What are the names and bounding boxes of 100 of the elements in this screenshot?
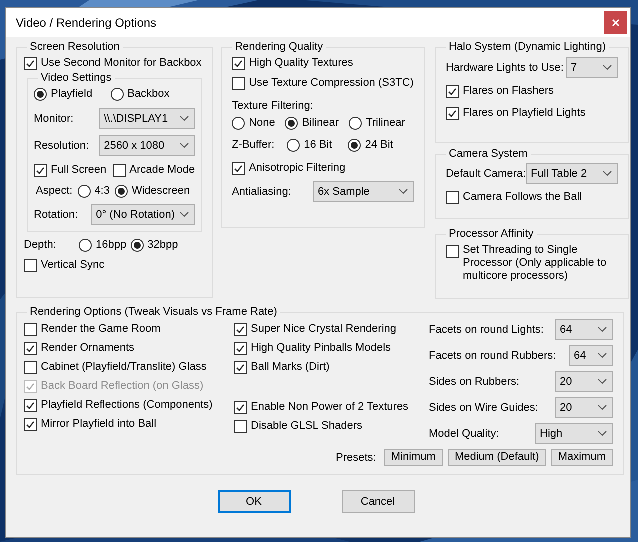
checkbox[interactable] <box>34 164 47 177</box>
group-title: Rendering Options (Tweak Visuals vs Frame Rate) <box>30 306 278 318</box>
checkbox[interactable] <box>446 191 459 204</box>
checkbox[interactable] <box>24 323 37 336</box>
dropdown[interactable]: High <box>535 423 613 444</box>
dropdown[interactable]: 6x Sample <box>312 181 414 202</box>
group-title: Camera System <box>448 148 528 160</box>
check-icon <box>26 344 35 352</box>
radio-label: Widescreen <box>132 184 190 198</box>
checkbox[interactable] <box>446 245 459 258</box>
radio-button[interactable] <box>110 88 124 100</box>
radio-button[interactable] <box>287 138 300 152</box>
checkbox[interactable] <box>234 342 247 355</box>
checkbox-label: Full Screen <box>51 163 107 177</box>
checkbox-label: High Quality Textures <box>249 56 354 70</box>
checkbox[interactable] <box>24 57 37 70</box>
check-icon <box>448 88 457 96</box>
checkbox[interactable] <box>234 361 247 374</box>
checkbox[interactable] <box>234 420 247 433</box>
hardware-lights-label: Hardware Lights to Use: <box>446 60 564 74</box>
checkbox[interactable] <box>446 107 459 120</box>
preset-button[interactable]: Maximum <box>551 449 613 466</box>
dropdown[interactable]: 20 <box>555 371 613 392</box>
window-title: Video / Rendering Options <box>16 16 157 30</box>
group-title: Video Settings <box>41 72 112 84</box>
check-icon <box>236 404 245 412</box>
checkbox[interactable] <box>112 164 126 177</box>
check-icon <box>36 166 45 174</box>
setting-label: Facets on round Rubbers: <box>429 348 556 362</box>
checkbox-label: Flares on Flashers <box>462 84 554 98</box>
dropdown[interactable]: 2560 x 1080 <box>99 135 196 156</box>
dropdown[interactable]: 20 <box>555 397 613 418</box>
chevron-down-icon <box>598 353 607 358</box>
radio-button[interactable] <box>348 138 362 152</box>
dropdown[interactable]: 64 <box>555 319 613 340</box>
checkbox-label: Mirror Playfield into Ball <box>41 417 157 431</box>
dialog-button[interactable]: Cancel <box>342 490 414 513</box>
setting-label: Sides on Rubbers: <box>429 374 520 388</box>
default-camera-label: Default Camera: <box>446 166 526 180</box>
checkbox-label: Enable Non Power of 2 Textures <box>251 400 409 414</box>
chevron-down-icon <box>598 405 607 410</box>
radio-label: 16 Bit <box>304 138 332 152</box>
group-title: Rendering Quality <box>235 41 324 53</box>
checkbox-label: Render Ornaments <box>41 341 135 355</box>
check-icon <box>26 60 35 68</box>
checkbox[interactable] <box>234 323 247 336</box>
checkbox-label: Anisotropic Filtering <box>249 161 346 175</box>
check-icon <box>236 344 245 352</box>
radio-label: Trilinear <box>366 116 406 130</box>
check-icon <box>26 382 35 390</box>
z-buffer-label: Z-Buffer: <box>232 139 275 151</box>
checkbox[interactable] <box>24 342 37 355</box>
radio-button[interactable] <box>78 184 91 198</box>
checkbox-label: Use Second Monitor for Backbox <box>41 56 202 70</box>
checkbox-label: Arcade Mode <box>130 163 196 177</box>
dropdown[interactable]: 7 <box>566 57 618 78</box>
close-button[interactable] <box>604 11 627 34</box>
checkbox[interactable] <box>24 418 37 431</box>
radio-button[interactable] <box>34 88 47 100</box>
checkbox-label: Super Nice Crystal Rendering <box>251 322 397 336</box>
checkbox[interactable] <box>232 57 246 70</box>
group-title: Screen Resolution <box>30 41 120 53</box>
radio-button[interactable] <box>232 116 246 130</box>
checkbox[interactable] <box>234 401 247 414</box>
dropdown[interactable]: Full Table 2 <box>526 163 618 184</box>
radio-label: None <box>249 116 276 130</box>
checkbox[interactable] <box>24 259 37 272</box>
dropdown[interactable]: 64 <box>569 345 613 366</box>
dropdown[interactable]: 0° (No Rotation) <box>91 204 196 225</box>
texture-filtering-label: Texture Filtering: <box>232 100 314 112</box>
radio-label: Bilinear <box>302 116 340 130</box>
radio-button[interactable] <box>349 116 362 130</box>
checkbox[interactable] <box>24 399 37 412</box>
checkbox[interactable] <box>232 77 246 90</box>
checkbox-label: Flares on Playfield Lights <box>462 106 586 120</box>
preset-button[interactable]: Minimum <box>384 449 443 466</box>
radio-button[interactable] <box>285 116 298 130</box>
radio-label: Playfield <box>51 87 93 101</box>
chevron-down-icon <box>598 379 607 384</box>
checkbox-label: High Quality Pinballs Models <box>251 341 392 355</box>
monitor-label: Monitor: <box>34 112 74 126</box>
radio-button[interactable] <box>114 184 128 198</box>
preset-button[interactable]: Medium (Default) <box>448 449 546 466</box>
checkbox-label: Playfield Reflections (Components) <box>41 398 213 412</box>
checkbox[interactable] <box>232 162 246 175</box>
dialog-button[interactable]: OK <box>218 490 290 513</box>
checkbox[interactable] <box>24 361 37 374</box>
group-title: Processor Affinity <box>448 228 534 240</box>
checkbox-label: Set Threading to Single Processor (Only applicable to multicore processors) <box>462 244 608 283</box>
aspect-label: Aspect: <box>36 184 73 198</box>
chevron-down-icon <box>180 212 190 217</box>
radio-label: Backbox <box>128 87 170 101</box>
checkbox[interactable] <box>446 85 459 98</box>
antialiasing-label: Antialiasing: <box>232 184 292 198</box>
check-icon <box>234 60 244 68</box>
dropdown[interactable]: \\.\DISPLAY1 <box>99 108 196 129</box>
chevron-down-icon <box>180 143 190 148</box>
checkbox-label: Camera Follows the Ball <box>462 190 582 204</box>
radio-button[interactable] <box>130 238 144 252</box>
radio-button[interactable] <box>79 238 92 252</box>
